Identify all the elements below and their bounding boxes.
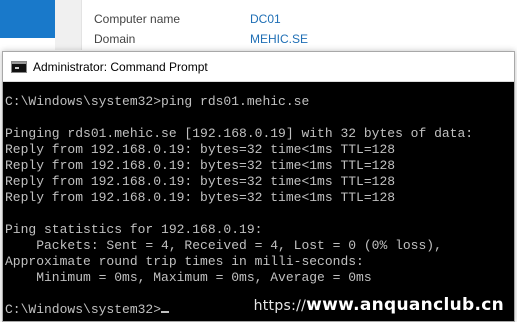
server-manager-nav-strip	[0, 0, 55, 38]
console-line: Minimum = 0ms, Maximum = 0ms, Average = …	[5, 270, 372, 285]
console-line: Reply from 192.168.0.19: bytes=32 time<1…	[5, 158, 396, 173]
computer-name-value[interactable]: DC01	[250, 12, 281, 26]
console-prompt: C:\Windows\system32>	[5, 302, 162, 317]
watermark-text: www.anquanclub.cn	[306, 295, 504, 315]
domain-value[interactable]: MEHIC.SE	[250, 32, 308, 46]
text-cursor	[161, 311, 170, 313]
console-line: Pinging rds01.mehic.se [192.168.0.19] wi…	[5, 126, 474, 141]
command-prompt-title: Administrator: Command Prompt	[33, 59, 208, 74]
console-output[interactable]: C:\Windows\system32>ping rds01.mehic.se …	[3, 82, 514, 321]
console-line: Ping statistics for 192.168.0.19:	[5, 222, 263, 237]
console-line: C:\Windows\system32>ping rds01.mehic.se	[5, 94, 310, 109]
command-prompt-window[interactable]: Administrator: Command Prompt C:\Windows…	[2, 51, 515, 322]
watermark: https://www.anquanclub.cn	[254, 295, 504, 315]
command-prompt-titlebar[interactable]: Administrator: Command Prompt	[3, 52, 514, 82]
console-line: Approximate round trip times in milli-se…	[5, 254, 364, 269]
console-line: Packets: Sent = 4, Received = 4, Lost = …	[5, 238, 442, 253]
cmd-icon[interactable]	[11, 60, 27, 73]
console-line: Reply from 192.168.0.19: bytes=32 time<1…	[5, 190, 396, 205]
console-line: Reply from 192.168.0.19: bytes=32 time<1…	[5, 174, 396, 189]
domain-row: Domain MEHIC.SE	[94, 32, 308, 46]
watermark-prefix: https://	[253, 298, 307, 314]
computer-name-row: Computer name DC01	[94, 12, 281, 26]
computer-name-label: Computer name	[94, 12, 181, 26]
server-manager-side-strip	[55, 0, 82, 50]
domain-label: Domain	[94, 32, 136, 46]
console-line: Reply from 192.168.0.19: bytes=32 time<1…	[5, 142, 396, 157]
